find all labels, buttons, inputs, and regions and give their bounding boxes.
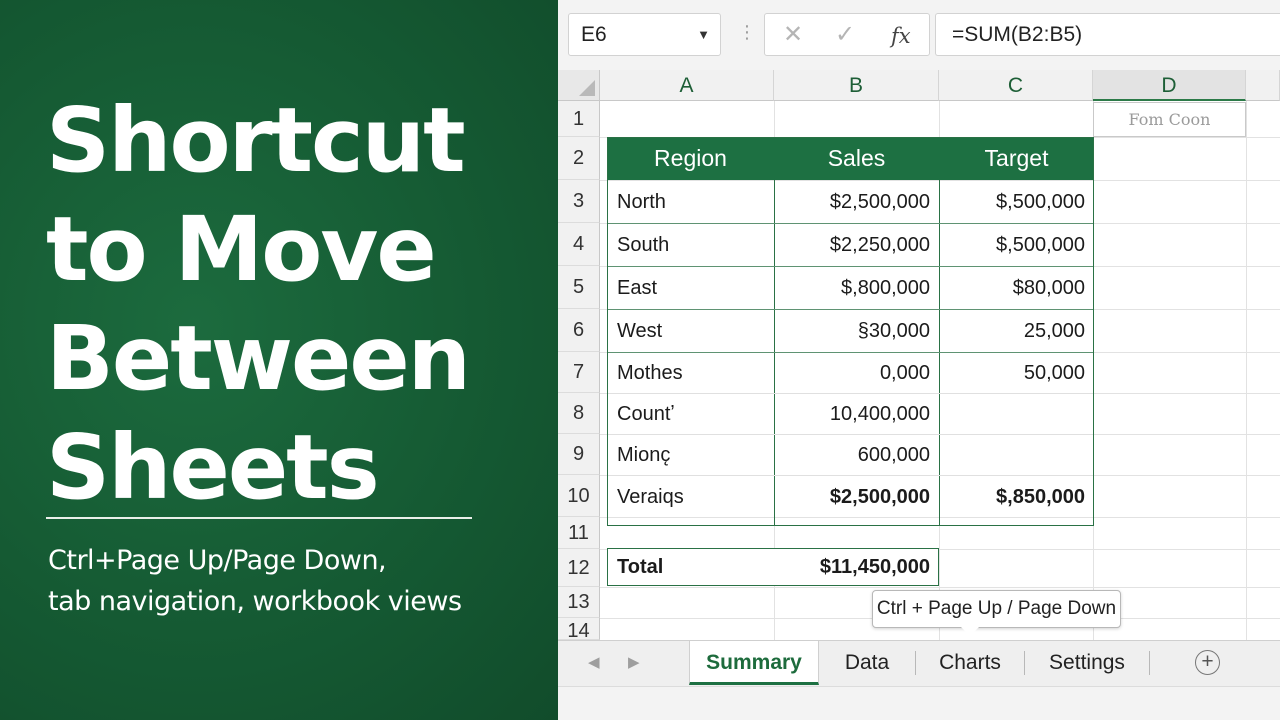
formula-bar: E6 ▼ ⋮ ✕ ✓ fx =SUM(B2:B5) bbox=[558, 0, 1280, 70]
hero-title: Shortcut to Move Between Sheets bbox=[46, 86, 546, 522]
column-header-e[interactable] bbox=[1246, 70, 1280, 101]
tab-charts[interactable]: Charts bbox=[916, 641, 1024, 685]
grid-line bbox=[600, 587, 1280, 588]
cancel-icon[interactable]: ✕ bbox=[783, 20, 803, 50]
row-header[interactable]: 1 bbox=[558, 101, 600, 137]
hero-subtitle: Ctrl+Page Up/Page Down, tab navigation, … bbox=[48, 540, 548, 622]
row-header[interactable]: 9 bbox=[558, 434, 600, 475]
row-header[interactable]: 5 bbox=[558, 266, 600, 309]
column-header-c[interactable]: C bbox=[939, 70, 1093, 101]
row-header[interactable]: 8 bbox=[558, 393, 600, 434]
tab-data[interactable]: Data bbox=[819, 641, 915, 685]
row-header[interactable]: 14 bbox=[558, 618, 600, 640]
shortcut-tooltip: Ctrl + Page Up / Page Down bbox=[872, 590, 1121, 636]
check-icon[interactable]: ✓ bbox=[835, 20, 855, 50]
title-divider bbox=[46, 517, 472, 519]
total-label[interactable]: Total bbox=[617, 548, 767, 586]
row-header[interactable]: 13 bbox=[558, 587, 600, 618]
total-value[interactable]: $11,450,000 bbox=[774, 548, 939, 586]
title-panel: Shortcut to Move Between Sheets Ctrl+Pag… bbox=[0, 0, 558, 720]
row-header[interactable]: 10 bbox=[558, 475, 600, 517]
hero-subtitle-line: tab navigation, workbook views bbox=[48, 586, 462, 617]
data-table bbox=[607, 137, 1094, 526]
row-header[interactable]: 2 bbox=[558, 137, 600, 180]
row-header[interactable]: 12 bbox=[558, 549, 600, 587]
name-box-value: E6 bbox=[581, 23, 607, 46]
hero-title-line: to Move bbox=[46, 197, 437, 301]
hero-title-line: Between bbox=[46, 306, 471, 410]
column-header-a[interactable]: A bbox=[600, 70, 774, 101]
spreadsheet-window: E6 ▼ ⋮ ✕ ✓ fx =SUM(B2:B5) A B C D 1 2 3 … bbox=[558, 0, 1280, 720]
column-header-b[interactable]: B bbox=[774, 70, 939, 101]
row-header[interactable]: 4 bbox=[558, 223, 600, 266]
cell-d1[interactable]: Fom Coon bbox=[1093, 102, 1246, 137]
hero-title-line: Sheets bbox=[46, 415, 380, 519]
sheet-tab-bar: ◀ ▶ Summary Data Charts Settings + bbox=[558, 640, 1280, 686]
select-all-corner[interactable] bbox=[558, 70, 600, 101]
cell-grid[interactable]: A B C D 1 2 3 4 5 6 7 8 9 10 11 12 13 14 bbox=[558, 70, 1280, 640]
grid-line bbox=[1246, 101, 1247, 640]
tab-separator bbox=[1149, 651, 1150, 675]
tab-settings[interactable]: Settings bbox=[1025, 641, 1149, 685]
scroll-tabs-left-icon[interactable]: ◀ bbox=[588, 653, 600, 671]
more-options-icon[interactable]: ⋮ bbox=[738, 22, 756, 42]
name-box[interactable]: E6 ▼ bbox=[568, 13, 721, 56]
row-header[interactable]: 3 bbox=[558, 180, 600, 223]
hero-subtitle-line: Ctrl+Page Up/Page Down, bbox=[48, 545, 387, 576]
hero-title-line: Shortcut bbox=[46, 88, 466, 192]
tab-summary[interactable]: Summary bbox=[689, 641, 819, 685]
row-header[interactable]: 11 bbox=[558, 517, 600, 549]
column-header-d[interactable]: D bbox=[1093, 70, 1246, 101]
row-header[interactable]: 6 bbox=[558, 309, 600, 352]
formula-buttons: ✕ ✓ fx bbox=[764, 13, 930, 56]
status-bar bbox=[558, 686, 1280, 720]
scroll-tabs-right-icon[interactable]: ▶ bbox=[628, 653, 640, 671]
row-header[interactable]: 7 bbox=[558, 352, 600, 393]
formula-input[interactable]: =SUM(B2:B5) bbox=[935, 13, 1280, 56]
function-icon[interactable]: fx bbox=[891, 21, 911, 51]
add-sheet-icon[interactable]: + bbox=[1195, 650, 1220, 675]
chevron-down-icon[interactable]: ▼ bbox=[697, 14, 710, 55]
